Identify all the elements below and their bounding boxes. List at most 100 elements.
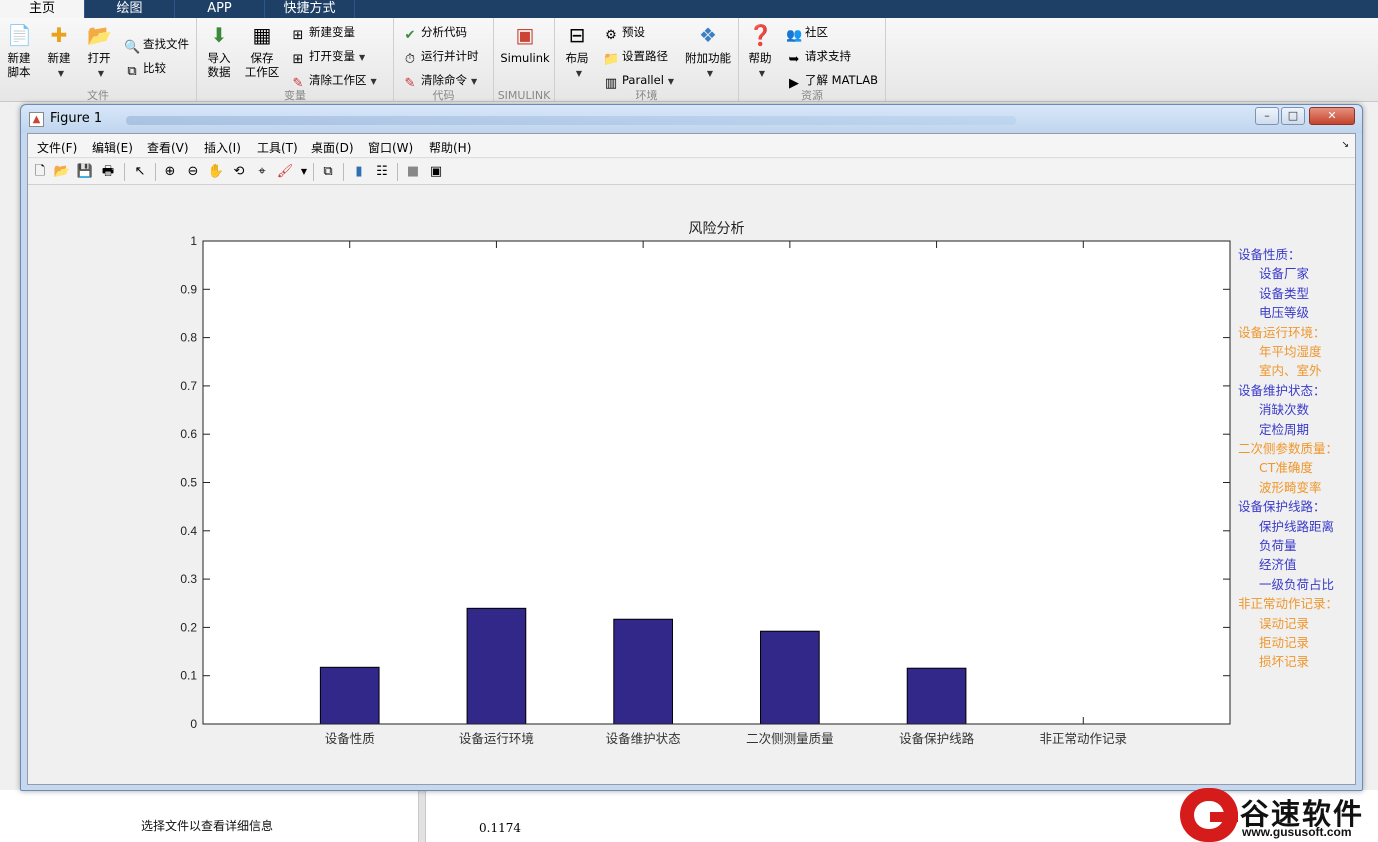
support-icon: ➥	[788, 52, 800, 67]
legend-icon[interactable]: ☷	[372, 162, 392, 182]
print-icon[interactable]: 🖶	[98, 162, 118, 182]
request-support-button[interactable]: ➥ 请求支持	[786, 46, 851, 67]
preferences-button[interactable]: ⚙ 预设	[603, 22, 645, 43]
chevron-down-icon[interactable]: ▼	[294, 162, 314, 182]
save-icon[interactable]: 💾	[75, 162, 95, 182]
figure-client: 文件(F) 编辑(E) 查看(V) 插入(I) 工具(T) 桌面(D) 窗口(W…	[27, 133, 1356, 785]
legend-line: 一级负荷占比	[1259, 576, 1335, 592]
save-workspace-button[interactable]: ▦ 保存 工作区	[243, 22, 281, 79]
simulink-button[interactable]: ▣ Simulink	[500, 22, 550, 65]
bottom-panel	[0, 790, 1378, 842]
data-cursor-icon[interactable]: ⌖	[252, 162, 272, 182]
new-script-icon: 📄	[7, 23, 32, 47]
rotate-3d-icon[interactable]: ⟲	[229, 162, 249, 182]
panel-splitter[interactable]	[418, 790, 426, 842]
blurred-title-path	[126, 116, 1016, 125]
hide-plot-tools-icon[interactable]: ■	[403, 162, 423, 182]
clear-commands-button[interactable]: ✎ 清除命令 ▼	[402, 70, 478, 91]
select-pointer-icon[interactable]: ↖	[130, 162, 150, 182]
figure-title: Figure 1	[50, 111, 103, 126]
y-tick-label: 0.6	[180, 427, 197, 441]
y-tick-label: 0.1	[180, 669, 197, 683]
learn-matlab-button[interactable]: ▶ 了解 MATLAB	[786, 70, 878, 91]
y-tick-label: 0	[190, 717, 197, 731]
menu-tools[interactable]: 工具(T)	[257, 139, 298, 156]
x-tick-label: 设备性质	[325, 731, 375, 746]
group-title: 环境	[635, 90, 658, 102]
tab-home[interactable]: 主页	[0, 0, 85, 18]
close-button[interactable]: ✕	[1309, 107, 1355, 125]
zoom-out-icon[interactable]: ⊖	[183, 162, 203, 182]
add-ons-button[interactable]: ❖ 附加功能 ▼	[683, 22, 733, 81]
run-and-time-button[interactable]: ⏱ 运行并计时	[402, 46, 479, 67]
new-script-button[interactable]: 📄 新建 脚本	[4, 22, 34, 79]
resources-group: ❓ 帮助 ▼ 👥 社区 ➥ 请求支持 ▶ 了解 MATLAB 资源	[739, 18, 886, 102]
import-icon: ⬇	[210, 23, 228, 47]
tab-apps[interactable]: APP	[175, 0, 265, 18]
open-variable-icon: ⊞	[292, 52, 304, 67]
tab-shortcuts[interactable]: 快捷方式	[265, 0, 355, 18]
y-tick-label: 1	[190, 234, 197, 248]
parallel-button[interactable]: ▥ Parallel ▼	[603, 70, 674, 91]
link-plot-icon[interactable]: ⧉	[318, 162, 338, 182]
help-button[interactable]: ❓ 帮助 ▼	[745, 22, 775, 81]
analyze-code-button[interactable]: ✔ 分析代码	[402, 22, 467, 43]
legend-line: 年平均湿度	[1259, 344, 1322, 359]
colorbar-icon[interactable]: ▮	[349, 162, 369, 182]
chevron-down-icon: ▼	[359, 53, 366, 62]
menu-window[interactable]: 窗口(W)	[368, 139, 413, 156]
legend-line: 设备厂家	[1259, 266, 1310, 282]
group-title: 文件	[87, 90, 109, 102]
maximize-button[interactable]: □	[1281, 107, 1305, 125]
y-tick-label: 0.8	[180, 331, 197, 345]
show-plot-tools-icon[interactable]: ▣	[426, 162, 446, 182]
menubar-dock-icon[interactable]: ↘	[1341, 140, 1349, 150]
new-figure-icon[interactable]: 🗋	[30, 162, 50, 182]
pan-hand-icon[interactable]: ✋	[206, 162, 226, 182]
legend-line: 消缺次数	[1259, 402, 1310, 418]
legend-line: 设备类型	[1259, 285, 1310, 301]
brush-icon[interactable]: 🖌	[275, 162, 295, 182]
chevron-down-icon: ▼	[706, 69, 714, 78]
open-button[interactable]: 📂 打开 ▼	[84, 22, 114, 81]
chevron-down-icon: ▼	[471, 77, 478, 86]
menu-edit[interactable]: 编辑(E)	[92, 139, 133, 156]
file-group: 📄 新建 脚本 ✚ 新建 ▼ 📂 打开 ▼ 🔍 查找文件 ⧉ 比较 文件	[0, 18, 197, 102]
menu-insert[interactable]: 插入(I)	[204, 139, 241, 156]
clear-workspace-button[interactable]: ✎ 清除工作区 ▼	[290, 70, 377, 91]
layout-icon: ⊟	[568, 23, 586, 47]
set-path-button[interactable]: 📁 设置路径	[603, 46, 668, 67]
legend-line: 拒动记录	[1259, 635, 1310, 650]
community-button[interactable]: 👥 社区	[786, 22, 828, 43]
menu-help[interactable]: 帮助(H)	[429, 139, 471, 156]
new-button[interactable]: ✚ 新建 ▼	[44, 22, 74, 81]
bar-chart[interactable]: 风险分析 0 0.1 0.2 0.3 0.4 0.5 0.6 0.7 0.8 0.9 1 设备性质 设备运…	[28, 186, 1355, 784]
bar	[906, 667, 967, 725]
find-files-button[interactable]: 🔍 查找文件	[124, 34, 189, 55]
analyze-icon: ✔	[404, 28, 416, 43]
minimize-button[interactable]: –	[1255, 107, 1279, 125]
y-tick-label: 0.7	[180, 379, 197, 393]
toolbar-separator	[343, 163, 344, 181]
menu-file[interactable]: 文件(F)	[37, 139, 77, 156]
open-file-icon[interactable]: 📂	[52, 162, 72, 182]
open-variable-button[interactable]: ⊞ 打开变量 ▼	[290, 46, 366, 67]
import-data-button[interactable]: ⬇ 导入 数据	[203, 22, 235, 79]
save-workspace-icon: ▦	[252, 23, 272, 47]
figure-title-bar[interactable]: ▲ Figure 1 – □ ✕	[21, 105, 1362, 133]
gear-icon: ⚙	[605, 28, 617, 43]
bar	[760, 630, 820, 725]
menu-view[interactable]: 查看(V)	[147, 139, 189, 156]
ribbon: 📄 新建 脚本 ✚ 新建 ▼ 📂 打开 ▼ 🔍 查找文件 ⧉ 比较 文件 ⬇ 导入 数据…	[0, 18, 1378, 102]
chevron-down-icon: ▼	[758, 69, 766, 78]
bar	[466, 607, 527, 725]
menu-desktop[interactable]: 桌面(D)	[311, 139, 354, 156]
plot-area: 风险分析 0 0.1 0.2 0.3 0.4 0.5 0.6 0.7 0.8 0.9 1 设备性质 设备运…	[28, 186, 1355, 784]
compare-button[interactable]: ⧉ 比较	[124, 58, 166, 79]
legend-line: 负荷量	[1259, 538, 1297, 553]
new-variable-button[interactable]: ⊞ 新建变量	[290, 22, 355, 43]
zoom-in-icon[interactable]: ⊕	[160, 162, 180, 182]
tab-plots[interactable]: 绘图	[85, 0, 175, 18]
legend-line: 设备保护线路：	[1238, 499, 1326, 515]
layout-button[interactable]: ⊟ 布局 ▼	[561, 22, 593, 81]
